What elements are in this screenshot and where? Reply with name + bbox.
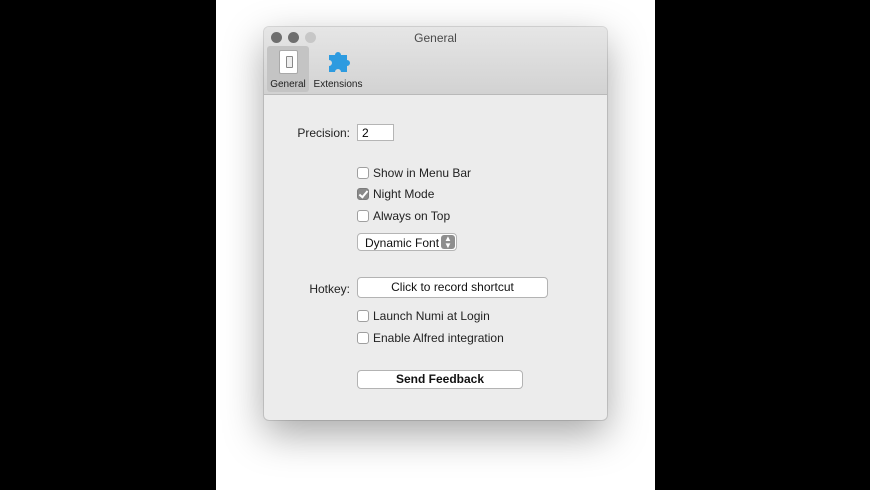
checkbox-label: Night Mode — [373, 187, 435, 201]
tab-general-label: General — [270, 79, 306, 90]
title-bar: General General Extensions — [264, 27, 607, 95]
font-select[interactable]: Dynamic Font ▲ ▼ — [357, 233, 457, 251]
precision-input[interactable]: 2 — [357, 124, 394, 141]
checkbox-label: Launch Numi at Login — [373, 309, 490, 323]
tab-extensions-label: Extensions — [313, 79, 363, 90]
preferences-window: General General Extensions — [264, 27, 607, 420]
record-shortcut-button[interactable]: Click to record shortcut — [357, 277, 548, 298]
switch-icon — [279, 50, 298, 74]
window-title: General — [414, 31, 457, 45]
puzzle-icon — [329, 52, 350, 72]
precision-label: Precision: — [297, 126, 350, 140]
hotkey-label: Hotkey: — [309, 282, 350, 296]
checkbox-label: Show in Menu Bar — [373, 166, 472, 180]
font-select-value: Dynamic Font — [365, 236, 440, 250]
checkbox-label: Always on Top — [373, 209, 451, 223]
checkbox-box — [357, 210, 369, 222]
checkbox-box — [357, 332, 369, 344]
tab-extensions[interactable]: Extensions — [312, 46, 364, 92]
send-feedback-button[interactable]: Send Feedback — [357, 370, 523, 389]
checkbox-box — [357, 310, 369, 322]
checkbox-label: Enable Alfred integration — [373, 331, 504, 345]
checkbox-box — [357, 167, 369, 179]
checkbox-box-checked — [357, 188, 369, 200]
up-down-chevron-icon: ▲ ▼ — [441, 235, 455, 250]
tab-general[interactable]: General — [267, 46, 309, 92]
